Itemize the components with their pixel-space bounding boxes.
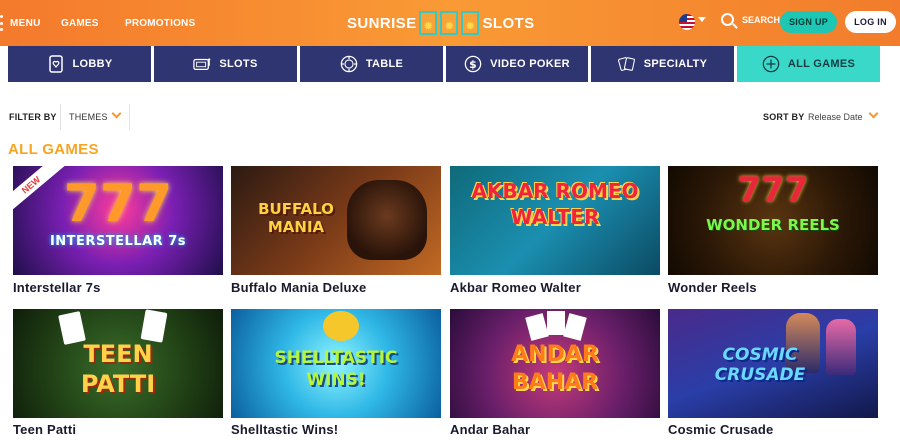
sign-up-button[interactable]: SIGN UP: [780, 11, 837, 33]
search-label: SEARCH: [742, 14, 781, 25]
game-art-title: INTERSTELLAR 7s: [49, 234, 187, 249]
top-navigation-bar: MENU GAMES PROMOTIONS SUNRISE ✹ ✹ ✹ SLOT…: [0, 0, 900, 46]
game-tile-buffalo-mania-deluxe[interactable]: BUFFALO MANIA: [231, 166, 441, 275]
logo-reel-icon: ✹: [440, 11, 459, 35]
nav-promotions-link[interactable]: PROMOTIONS: [125, 0, 195, 46]
chevron-down-icon[interactable]: [111, 108, 122, 119]
divider: [129, 104, 130, 130]
logo-reel-icon: ✹: [419, 11, 438, 35]
cards-icon: [617, 55, 636, 73]
cards-fan-art: [525, 311, 587, 341]
svg-text:$: $: [469, 58, 477, 71]
game-art-title: SHELLTASTIC WINS!: [274, 348, 398, 390]
game-art-title: BUFFALO MANIA: [258, 200, 334, 236]
card-art: [140, 309, 168, 343]
dollar-icon: $: [464, 55, 482, 73]
game-art-title: COSMIC CRUSADE: [714, 345, 806, 385]
lobby-icon: [47, 55, 65, 73]
plus-icon: [762, 55, 780, 73]
tab-table[interactable]: TABLE: [300, 46, 443, 82]
us-flag-icon[interactable]: [679, 14, 695, 30]
game-title[interactable]: Wonder Reels: [668, 280, 757, 295]
tab-lobby[interactable]: LOBBY: [8, 46, 151, 82]
game-tile-shelltastic-wins[interactable]: SHELLTASTIC WINS!: [231, 309, 441, 418]
game-art: 777: [737, 170, 809, 210]
game-tile-teen-patti[interactable]: TEEN PATTI: [13, 309, 223, 418]
search-icon: [721, 13, 734, 26]
tab-label: SLOTS: [219, 58, 258, 70]
logo-text-right: SLOTS: [482, 14, 535, 32]
tab-label: VIDEO POKER: [490, 58, 570, 70]
section-title: ALL GAMES: [8, 141, 99, 158]
tab-all-games[interactable]: ALL GAMES: [737, 46, 880, 82]
tab-specialty[interactable]: SPECIALTY: [591, 46, 734, 82]
game-title[interactable]: Interstellar 7s: [13, 280, 101, 295]
buffalo-art: [347, 180, 427, 260]
game-title[interactable]: Shelltastic Wins!: [231, 422, 338, 437]
themes-filter-dropdown[interactable]: THEMES: [69, 112, 108, 122]
game-tile-interstellar-7s[interactable]: 777 INTERSTELLAR 7s NEW: [13, 166, 223, 275]
log-in-button[interactable]: LOG IN: [845, 11, 896, 33]
logo-reel-icon: ✹: [461, 11, 480, 35]
game-title[interactable]: Akbar Romeo Walter: [450, 280, 581, 295]
slot-machine-icon: [193, 55, 211, 73]
game-tile-akbar-romeo-walter[interactable]: AKBAR ROMEO WALTER: [450, 166, 660, 275]
search-button[interactable]: SEARCH: [721, 13, 780, 26]
tab-label: LOBBY: [72, 58, 113, 70]
tab-label: TABLE: [365, 58, 404, 70]
menu-label: MENU: [10, 17, 41, 29]
menu-button[interactable]: MENU: [0, 0, 41, 46]
game-title[interactable]: Buffalo Mania Deluxe: [231, 280, 366, 295]
fish-art: [323, 311, 359, 341]
tab-label: SPECIALTY: [643, 58, 708, 70]
tab-video-poker[interactable]: $ VIDEO POKER: [446, 46, 588, 82]
game-tile-andar-bahar[interactable]: ANDAR BAHAR: [450, 309, 660, 418]
game-title[interactable]: Andar Bahar: [450, 422, 530, 437]
game-art-title: TEEN PATTI: [80, 340, 156, 398]
menu-icon: [0, 15, 4, 31]
nav-games-link[interactable]: GAMES: [61, 0, 99, 46]
game-tile-cosmic-crusade[interactable]: COSMIC CRUSADE: [668, 309, 878, 418]
site-logo[interactable]: SUNRISE ✹ ✹ ✹ SLOTS: [347, 9, 535, 37]
divider: [60, 104, 61, 130]
sort-dropdown[interactable]: Release Date: [808, 112, 863, 122]
tab-label: ALL GAMES: [787, 58, 856, 70]
game-title[interactable]: Teen Patti: [13, 422, 76, 437]
chevron-down-icon[interactable]: [868, 108, 879, 119]
language-chevron-down-icon[interactable]: [698, 17, 706, 22]
game-art-title: WONDER REELS: [706, 216, 840, 234]
chip-icon: [340, 55, 358, 73]
logo-text-left: SUNRISE: [347, 14, 417, 32]
game-art: 777: [63, 174, 173, 234]
filter-by-label: FILTER BY: [9, 112, 57, 122]
game-art-title: AKBAR ROMEO WALTER: [471, 179, 639, 229]
game-art-title: ANDAR BAHAR: [511, 342, 599, 395]
tab-slots[interactable]: SLOTS: [154, 46, 297, 82]
game-tile-wonder-reels[interactable]: 777 WONDER REELS: [668, 166, 878, 275]
game-title[interactable]: Cosmic Crusade: [668, 422, 773, 437]
sort-by-label: SORT BY: [763, 112, 805, 122]
